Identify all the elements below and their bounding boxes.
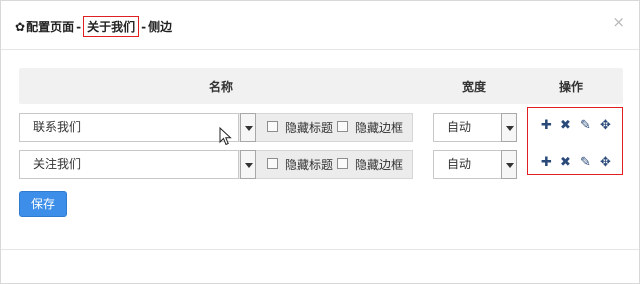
footer-divider — [1, 249, 639, 250]
move-icon[interactable]: ✥ — [600, 119, 611, 132]
hide-border-checkbox[interactable] — [337, 121, 348, 132]
title-separator: - — [76, 19, 82, 34]
hide-title-label: 隐藏标题 — [285, 158, 334, 172]
hide-title-checkbox[interactable] — [267, 121, 278, 132]
title-highlight: 关于我们 — [83, 16, 140, 37]
table-header: 名称 宽度 操作 — [19, 68, 623, 104]
delete-icon[interactable]: ✖ — [560, 119, 571, 132]
width-select[interactable]: 自动 — [433, 113, 503, 142]
width-select[interactable]: 自动 — [433, 150, 503, 179]
delete-icon[interactable]: ✖ — [560, 156, 571, 169]
title-suffix: 侧边 — [148, 20, 173, 34]
gear-icon: ✿ — [15, 19, 26, 34]
hide-title-checkbox[interactable] — [267, 158, 278, 169]
chevron-down-icon[interactable] — [240, 113, 256, 142]
chevron-down-icon[interactable] — [501, 113, 517, 142]
column-header-name: 名称 — [209, 80, 234, 94]
name-select[interactable]: 联系我们 — [19, 113, 239, 142]
save-button[interactable]: 保存 — [19, 191, 67, 217]
add-icon[interactable]: ✚ — [541, 156, 552, 169]
column-header-ops: 操作 — [559, 80, 584, 94]
hide-title-label: 隐藏标题 — [285, 121, 334, 135]
config-dialog: ✿ 配置页面 - 关于我们 - 侧边 × 名称 宽度 操作 联系我们 隐藏标题 … — [0, 0, 640, 284]
chevron-down-icon[interactable] — [240, 150, 256, 179]
move-icon[interactable]: ✥ — [600, 156, 611, 169]
name-select[interactable]: 关注我们 — [19, 150, 239, 179]
mouse-cursor-icon — [219, 127, 232, 146]
hide-border-label: 隐藏边框 — [355, 121, 404, 135]
title-prefix: 配置页面 — [26, 20, 75, 34]
chevron-down-icon[interactable] — [501, 150, 517, 179]
edit-icon[interactable]: ✎ — [580, 156, 591, 169]
dialog-header: ✿ 配置页面 - 关于我们 - 侧边 × — [1, 1, 639, 50]
hide-border-label: 隐藏边框 — [355, 158, 404, 172]
edit-icon[interactable]: ✎ — [580, 119, 591, 132]
title-separator: - — [141, 19, 147, 34]
hide-border-checkbox[interactable] — [337, 158, 348, 169]
close-icon[interactable]: × — [612, 15, 625, 30]
dialog-title: ✿ 配置页面 - 关于我们 - 侧边 — [15, 16, 172, 37]
column-header-width: 宽度 — [462, 80, 487, 94]
add-icon[interactable]: ✚ — [541, 119, 552, 132]
